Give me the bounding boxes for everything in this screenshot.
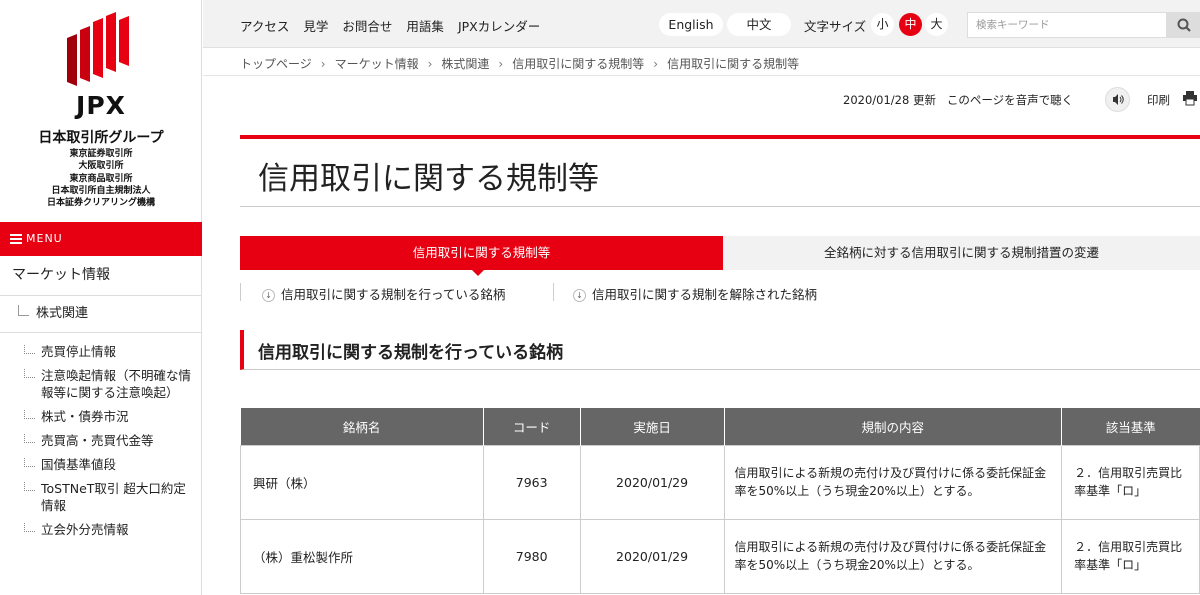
breadcrumb-item[interactable]: 信用取引に関する規制等	[512, 57, 644, 71]
table-row: （株）重松製作所 7980 2020/01/29 信用取引による新規の売付け及び…	[240, 518, 1200, 594]
subsidiary-name: 大阪取引所	[78, 161, 124, 172]
breadcrumb: トップページ › マーケット情報 › 株式関連 › 信用取引に関する規制等 › 信用取引に関する…	[240, 55, 799, 72]
anchor-link-active-regulations[interactable]: ↓ 信用取引に関する規制を行っている銘柄	[262, 284, 505, 303]
top-nav: アクセス 見学 お問合せ 用語集 JPXカレンダー	[240, 16, 554, 35]
search-button[interactable]	[1167, 12, 1200, 38]
search-input[interactable]: 検索キーワード	[967, 12, 1167, 38]
applicable-criteria: ２．信用取引売買比率基準「ロ」	[1061, 444, 1200, 520]
read-aloud-link[interactable]: このページを音声で聴く	[947, 93, 1073, 107]
regulated-stocks-table: 銘柄名 コード 実施日 規制の内容 該当基準 興研（株） 7963 2020/0…	[240, 408, 1200, 594]
anchor-label: 信用取引に関する規制を解除された銘柄	[592, 287, 818, 302]
breadcrumb-divider	[203, 75, 1200, 76]
arrow-down-icon: ↓	[573, 289, 586, 302]
logo-subsidiaries: 東京証券取引所 大阪取引所 東京商品取引所 日本取引所自主規制法人 日本証券クリ…	[0, 148, 202, 209]
breadcrumb-separator: ›	[427, 57, 433, 71]
column-header: 実施日	[580, 408, 725, 445]
print-link[interactable]: 印刷	[1147, 92, 1170, 108]
tab-regulation-history[interactable]: 全銘柄に対する信用取引に関する規制措置の変遷	[723, 236, 1200, 270]
search-icon	[1177, 18, 1191, 32]
anchor-separator	[240, 283, 241, 301]
logo-group-name: 日本取引所グループ	[38, 130, 164, 146]
subsidiary-name: 東京商品取引所	[69, 173, 133, 184]
arrow-down-icon: ↓	[262, 289, 275, 302]
sidebar: JPX 日本取引所グループ 東京証券取引所 大阪取引所 東京商品取引所 日本取引…	[0, 0, 202, 595]
menu-button[interactable]: MENU	[0, 222, 202, 256]
font-size-medium-button[interactable]: 中	[899, 13, 922, 36]
breadcrumb-current: 信用取引に関する規制等	[667, 57, 800, 71]
page-title: 信用取引に関する規制等	[258, 161, 599, 197]
stock-name: 興研（株）	[240, 444, 484, 520]
column-header: コード	[483, 408, 581, 445]
font-size-large-button[interactable]: 大	[925, 13, 948, 36]
stock-code: 7963	[482, 444, 581, 520]
hamburger-icon	[10, 232, 22, 246]
stock-name: （株）重松製作所	[240, 518, 484, 594]
breadcrumb-separator: ›	[320, 57, 326, 71]
printer-icon[interactable]	[1182, 90, 1198, 106]
breadcrumb-item[interactable]: マーケット情報	[335, 57, 419, 71]
nav-tour[interactable]: 見学	[303, 19, 328, 34]
regulation-content: 信用取引による新規の売付け及び買付けに係る委託保証金率を50%以上（うち現金20…	[723, 444, 1063, 520]
utility-bar: 2020/01/28 更新 このページを音声で聴く	[843, 92, 1073, 108]
logo-brand-text: JPX	[76, 91, 126, 120]
regulation-content: 信用取引による新規の売付け及び買付けに係る委託保証金率を50%以上（うち現金20…	[723, 518, 1063, 594]
sidebar-item[interactable]: 立会外分売情報	[0, 521, 202, 538]
nav-glossary[interactable]: 用語集	[406, 19, 444, 34]
anchor-label: 信用取引に関する規制を行っている銘柄	[281, 287, 506, 302]
lang-chinese-button[interactable]: 中文	[727, 13, 791, 36]
jpx-logo[interactable]: JPX 日本取引所グループ 東京証券取引所 大阪取引所 東京商品取引所 日本取引…	[0, 0, 202, 222]
lang-english-button[interactable]: English	[659, 13, 723, 36]
table-row: 興研（株） 7963 2020/01/29 信用取引による新規の売付け及び買付け…	[240, 444, 1200, 520]
anchor-separator	[553, 283, 554, 301]
anchor-link-lifted-regulations[interactable]: ↓ 信用取引に関する規制を解除された銘柄	[573, 284, 817, 303]
stock-code: 7980	[482, 518, 581, 594]
speaker-button[interactable]	[1105, 87, 1130, 112]
speaker-icon	[1113, 94, 1124, 105]
column-header: 該当基準	[1061, 408, 1200, 445]
applicable-criteria: ２．信用取引売買比率基準「ロ」	[1061, 518, 1200, 594]
table-header-row: 銘柄名 コード 実施日 規制の内容 該当基準	[240, 408, 1200, 445]
menu-label: MENU	[26, 232, 63, 245]
column-header: 銘柄名	[240, 408, 484, 445]
sidebar-item[interactable]: 注意喚起情報（不明確な情報等に関する注意喚起）	[0, 367, 202, 401]
breadcrumb-separator: ›	[653, 57, 659, 71]
sidebar-category-market-info[interactable]: マーケット情報	[0, 256, 202, 296]
jpx-logo-icon	[67, 12, 129, 86]
subsidiary-name: 日本証券クリアリング機構	[46, 198, 155, 209]
sidebar-subcategory-stock[interactable]: 株式関連	[0, 297, 202, 333]
effective-date: 2020/01/29	[579, 444, 725, 520]
top-bar: アクセス 見学 お問合せ 用語集 JPXカレンダー English 中文 文字サイズ 小…	[203, 0, 1200, 48]
sidebar-item[interactable]: 売買高・売買代金等	[0, 432, 202, 449]
effective-date: 2020/01/29	[579, 518, 725, 594]
font-size-label: 文字サイズ	[804, 19, 867, 34]
sidebar-item[interactable]: 売買停止情報	[0, 343, 202, 360]
tab-margin-regulations[interactable]: 信用取引に関する規制等	[240, 236, 723, 276]
breadcrumb-separator: ›	[498, 57, 504, 71]
subsidiary-name: 日本取引所自主規制法人	[51, 185, 151, 196]
updated-date: 2020/01/28 更新	[843, 93, 936, 107]
sidebar-item[interactable]: 株式・債券市況	[0, 408, 202, 425]
column-header: 規制の内容	[724, 408, 1063, 445]
nav-contact[interactable]: お問合せ	[342, 19, 392, 34]
subsidiary-name: 東京証券取引所	[69, 149, 133, 159]
title-accent-bar	[240, 135, 1200, 139]
sidebar-item-list: 売買停止情報 注意喚起情報（不明確な情報等に関する注意喚起） 株式・債券市況 売…	[0, 343, 202, 545]
title-divider	[240, 206, 1200, 207]
sidebar-item[interactable]: 国債基準値段	[0, 456, 202, 473]
font-size-small-button[interactable]: 小	[871, 13, 894, 36]
nav-access[interactable]: アクセス	[240, 19, 289, 34]
section-title: 信用取引に関する規制を行っている銘柄	[258, 343, 564, 363]
sidebar-item[interactable]: ToSTNeT取引 超大口約定情報	[0, 480, 202, 514]
nav-jpx-calendar[interactable]: JPXカレンダー	[458, 19, 540, 34]
breadcrumb-item[interactable]: トップページ	[240, 57, 312, 71]
breadcrumb-item[interactable]: 株式関連	[441, 57, 489, 71]
section-heading: 信用取引に関する規制を行っている銘柄	[240, 330, 1200, 370]
